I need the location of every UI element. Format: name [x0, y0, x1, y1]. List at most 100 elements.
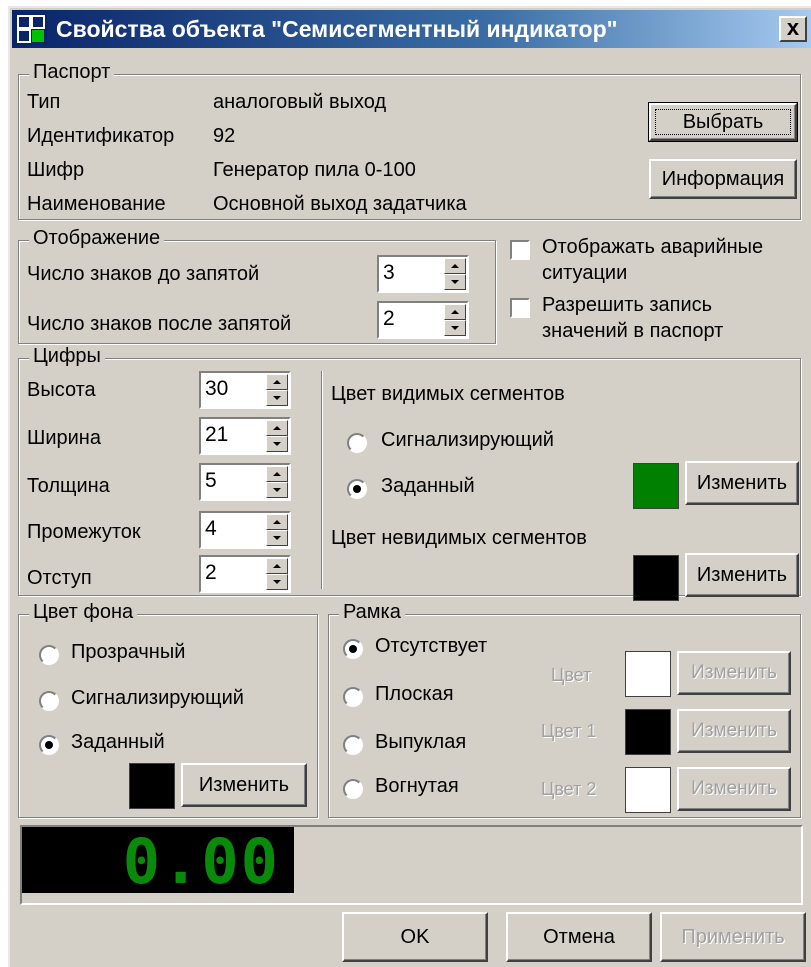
- spin-up-button[interactable]: [266, 514, 288, 530]
- spin-up-button[interactable]: [444, 258, 466, 274]
- frame-flat-radio[interactable]: [343, 687, 363, 707]
- thickness-spinner[interactable]: 5: [199, 463, 291, 501]
- spin-up-button[interactable]: [444, 304, 466, 320]
- frame-color-swatch: [625, 651, 671, 697]
- allow-write-checkbox[interactable]: [510, 298, 530, 318]
- height-spinner[interactable]: 30: [199, 371, 291, 409]
- indent-label: Отступ: [27, 567, 92, 589]
- visible-segments-title: Цвет видимых сегментов: [331, 383, 565, 405]
- spin-down-button[interactable]: [266, 436, 288, 452]
- invisible-segments-title: Цвет невидимых сегментов: [331, 527, 587, 549]
- title-bar[interactable]: Свойства объекта "Семисегментный индикат…: [12, 10, 811, 48]
- info-button[interactable]: Информация: [649, 159, 797, 199]
- visible-set-label[interactable]: Заданный: [381, 475, 475, 498]
- ok-button[interactable]: OK: [342, 912, 488, 962]
- visible-signal-label[interactable]: Сигнализирующий: [381, 429, 554, 452]
- digits-before-label: Число знаков до запятой: [27, 263, 260, 285]
- bg-change-label: Изменить: [198, 774, 290, 796]
- background-legend: Цвет фона: [29, 601, 138, 624]
- frame-raised-radio[interactable]: [343, 735, 363, 755]
- spinner-arrows: [266, 420, 288, 452]
- thickness-value[interactable]: 5: [205, 469, 217, 493]
- show-alarms-label-line1[interactable]: Отображать аварийные: [542, 236, 763, 259]
- bg-color-swatch: [129, 763, 175, 809]
- spinner-arrows: [266, 558, 288, 590]
- frame-color-change-button: Изменить: [677, 651, 791, 695]
- indent-value[interactable]: 2: [205, 561, 217, 585]
- display-group: Отображение Число знаков до запятой 3 Чи…: [18, 227, 496, 344]
- digits-divider: [321, 371, 323, 589]
- spin-up-button[interactable]: [266, 374, 288, 390]
- frame-raised-label[interactable]: Выпуклая: [375, 731, 466, 754]
- frame-sunken-radio[interactable]: [343, 779, 363, 799]
- show-alarms-checkbox[interactable]: [510, 240, 530, 260]
- thickness-label: Толщина: [27, 475, 110, 497]
- spin-down-button[interactable]: [444, 274, 466, 290]
- digits-group: Цифры Высота 30 Ширина 21 Толщина 5 Пром…: [18, 345, 801, 601]
- frame-color1-change-label: Изменить: [691, 720, 777, 741]
- digits-before-value[interactable]: 3: [383, 261, 395, 285]
- visible-signal-radio[interactable]: [347, 433, 367, 453]
- frame-color2-swatch: [625, 767, 671, 813]
- indent-spinner[interactable]: 2: [199, 555, 291, 593]
- visible-set-radio[interactable]: [347, 479, 367, 499]
- spin-down-button[interactable]: [266, 482, 288, 498]
- visible-change-label: Изменить: [696, 472, 788, 494]
- frame-color-label: Цвет: [551, 665, 592, 685]
- frame-none-radio[interactable]: [343, 639, 363, 659]
- spin-up-button[interactable]: [266, 558, 288, 574]
- cancel-button-label: Отмена: [543, 926, 615, 948]
- spin-up-button[interactable]: [266, 420, 288, 436]
- digits-after-value[interactable]: 2: [383, 307, 395, 331]
- close-button[interactable]: x: [779, 16, 807, 42]
- digits-legend: Цифры: [29, 345, 105, 368]
- bg-set-radio[interactable]: [39, 735, 59, 755]
- show-alarms-label-line2[interactable]: ситуации: [542, 262, 627, 285]
- digits-before-spinner[interactable]: 3: [377, 255, 469, 293]
- spin-down-button[interactable]: [444, 320, 466, 336]
- height-label: Высота: [27, 379, 96, 401]
- passport-type-value: аналоговый выход: [213, 91, 387, 113]
- frame-flat-label[interactable]: Плоская: [375, 683, 454, 706]
- bg-set-label[interactable]: Заданный: [71, 731, 165, 754]
- passport-name-value: Основной выход задатчика: [213, 193, 467, 215]
- width-value[interactable]: 21: [205, 423, 228, 447]
- invisible-color-swatch: [633, 555, 679, 601]
- spin-down-button[interactable]: [266, 390, 288, 406]
- display-legend: Отображение: [29, 227, 165, 250]
- digits-after-spinner[interactable]: 2: [377, 301, 469, 339]
- frame-none-label[interactable]: Отсутствует: [375, 635, 487, 658]
- spin-up-button[interactable]: [266, 466, 288, 482]
- bg-change-button[interactable]: Изменить: [181, 763, 307, 807]
- width-label: Ширина: [27, 427, 101, 449]
- passport-code-label: Шифр: [27, 159, 85, 181]
- gap-value[interactable]: 4: [205, 517, 217, 541]
- select-button[interactable]: Выбрать: [648, 102, 798, 142]
- apply-button-label: Применить: [681, 926, 785, 948]
- cancel-button[interactable]: Отмена: [506, 912, 652, 962]
- bg-signal-label[interactable]: Сигнализирующий: [71, 687, 244, 710]
- spin-down-button[interactable]: [266, 530, 288, 546]
- window-title: Свойства объекта "Семисегментный индикат…: [56, 16, 618, 42]
- invisible-change-button[interactable]: Изменить: [685, 553, 799, 597]
- apply-button: Применить: [660, 912, 806, 962]
- bg-signal-radio[interactable]: [39, 691, 59, 711]
- gap-spinner[interactable]: 4: [199, 511, 291, 549]
- allow-write-label-line2[interactable]: значений в паспорт: [542, 320, 723, 343]
- focus-rect: [655, 109, 791, 135]
- height-value[interactable]: 30: [205, 377, 228, 401]
- visible-change-button[interactable]: Изменить: [685, 461, 799, 505]
- bg-transparent-label[interactable]: Прозрачный: [71, 641, 185, 664]
- frame-color1-change-button: Изменить: [677, 709, 791, 753]
- width-spinner[interactable]: 21: [199, 417, 291, 455]
- frame-sunken-label[interactable]: Вогнутая: [375, 775, 459, 798]
- frame-color2-change-button: Изменить: [677, 767, 791, 811]
- allow-write-label-line1[interactable]: Разрешить запись: [542, 294, 712, 317]
- ok-button-label: OK: [400, 926, 430, 948]
- spin-down-button[interactable]: [266, 574, 288, 590]
- seven-segment-display: 0.00: [22, 825, 294, 898]
- bg-transparent-radio[interactable]: [39, 645, 59, 665]
- spinner-arrows: [444, 258, 466, 290]
- frame-color1-label: Цвет 1: [541, 721, 597, 741]
- spinner-arrows: [266, 466, 288, 498]
